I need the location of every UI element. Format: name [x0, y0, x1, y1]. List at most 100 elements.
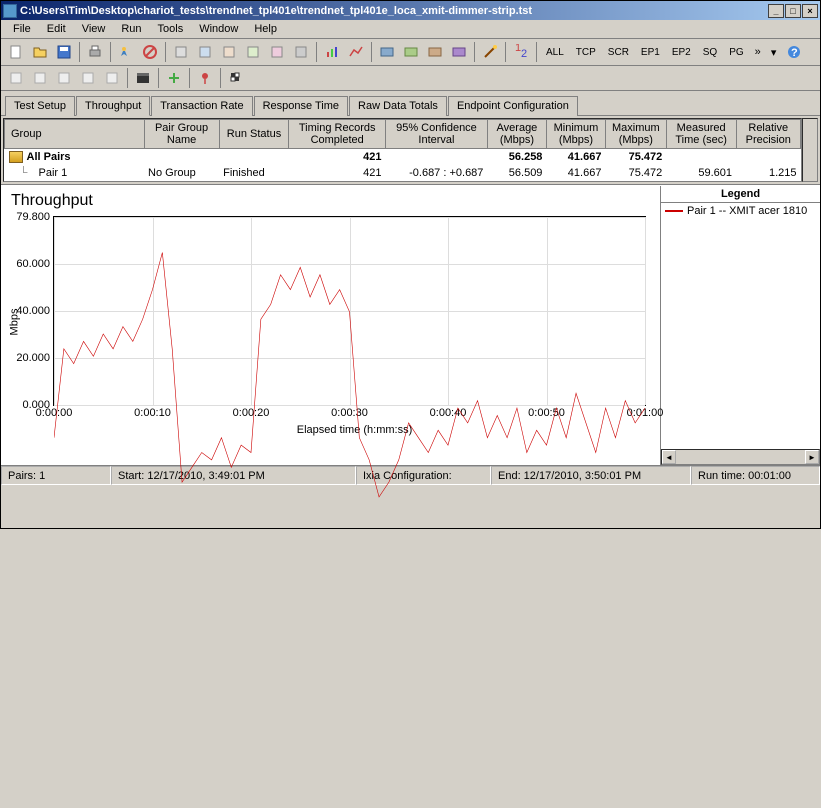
- tool-icon[interactable]: [290, 41, 312, 63]
- col-confidence[interactable]: 95% Confidence Interval: [385, 120, 487, 149]
- filter-sq-button[interactable]: SQ: [698, 41, 722, 63]
- svg-text:?: ?: [791, 47, 798, 59]
- scroll-right-icon[interactable]: ►: [805, 450, 819, 464]
- tree-connector-icon: └: [9, 167, 39, 179]
- menu-file[interactable]: File: [5, 21, 39, 37]
- chart-icon[interactable]: [345, 41, 367, 63]
- filter-ep1-button[interactable]: EP1: [636, 41, 665, 63]
- window-title: C:\Users\Tim\Desktop\chariot_tests\trend…: [20, 5, 768, 17]
- chart-icon[interactable]: [321, 41, 343, 63]
- tab-raw-data-totals[interactable]: Raw Data Totals: [349, 96, 447, 116]
- dropdown-icon[interactable]: ▾: [767, 41, 781, 63]
- toolbar-main: 12 ALL TCP SCR EP1 EP2 SQ PG » ▾ ?: [1, 39, 820, 66]
- legend-title: Legend: [661, 186, 820, 203]
- menu-view[interactable]: View: [74, 21, 114, 37]
- tool-icon[interactable]: [101, 67, 123, 89]
- col-group[interactable]: Group: [5, 120, 145, 149]
- filter-all-button[interactable]: ALL: [541, 41, 569, 63]
- open-icon[interactable]: [29, 41, 51, 63]
- throughput-chart: Throughput Mbps 0.00020.00040.00060.0007…: [1, 186, 660, 465]
- toolbar-secondary: [1, 66, 820, 91]
- legend-label: Pair 1 -- XMIT acer 1810: [687, 205, 807, 217]
- menubar: File Edit View Run Tools Window Help: [1, 20, 820, 39]
- print-icon[interactable]: [84, 41, 106, 63]
- menu-edit[interactable]: Edit: [39, 21, 74, 37]
- table-row[interactable]: └Pair 1 No Group Finished 421 -0.687 : +…: [5, 165, 801, 181]
- scroll-left-icon[interactable]: ◄: [662, 450, 676, 464]
- stop-icon[interactable]: [139, 41, 161, 63]
- legend-panel: Legend Pair 1 -- XMIT acer 1810 ◄ ►: [660, 186, 820, 465]
- menu-tools[interactable]: Tools: [150, 21, 192, 37]
- table-row[interactable]: All Pairs 421 56.258 41.667 75.472: [5, 149, 801, 166]
- status-runtime: Run time: 00:01:00: [691, 466, 820, 485]
- y-tick-label: 60.000: [16, 258, 50, 270]
- tool-icon[interactable]: [242, 41, 264, 63]
- filter-scr-button[interactable]: SCR: [603, 41, 634, 63]
- legend-color-swatch: [665, 210, 683, 212]
- tool-icon[interactable]: [53, 67, 75, 89]
- tool-icon[interactable]: [194, 41, 216, 63]
- maximize-button[interactable]: □: [785, 4, 801, 18]
- tab-throughput[interactable]: Throughput: [76, 96, 150, 116]
- tab-test-setup[interactable]: Test Setup: [5, 96, 75, 116]
- chart-series-line: [54, 217, 645, 808]
- export-icon[interactable]: [400, 41, 422, 63]
- grid-scrollbar[interactable]: [802, 118, 818, 182]
- filter-pg-button[interactable]: PG: [724, 41, 748, 63]
- chevron-icon[interactable]: »: [751, 41, 765, 63]
- tool-icon[interactable]: [29, 67, 51, 89]
- legend-item[interactable]: Pair 1 -- XMIT acer 1810: [661, 203, 820, 219]
- col-rel-precision[interactable]: Relative Precision: [736, 120, 800, 149]
- app-icon: [3, 4, 17, 18]
- export-icon[interactable]: [376, 41, 398, 63]
- legend-scrollbar[interactable]: ◄ ►: [661, 449, 820, 465]
- plus-icon[interactable]: [163, 67, 185, 89]
- run-icon[interactable]: [115, 41, 137, 63]
- chart-plot-area[interactable]: 0.00020.00040.00060.00079.8000:00:000:00…: [53, 216, 646, 406]
- col-min[interactable]: Minimum (Mbps): [546, 120, 605, 149]
- col-run-status[interactable]: Run Status: [219, 120, 289, 149]
- svg-text:2: 2: [521, 48, 527, 60]
- tab-response-time[interactable]: Response Time: [254, 96, 348, 116]
- flag-icon[interactable]: [225, 67, 247, 89]
- tool-icon[interactable]: [218, 41, 240, 63]
- results-grid-area: Group Pair Group Name Run Status Timing …: [1, 116, 820, 185]
- folder-icon: [9, 151, 23, 163]
- tabbar: Test Setup Throughput Transaction Rate R…: [1, 91, 820, 116]
- grid-header-row: Group Pair Group Name Run Status Timing …: [5, 120, 801, 149]
- menu-run[interactable]: Run: [113, 21, 149, 37]
- save-icon[interactable]: [53, 41, 75, 63]
- filter-ep2-button[interactable]: EP2: [667, 41, 696, 63]
- chart-area: Throughput Mbps 0.00020.00040.00060.0007…: [1, 185, 820, 465]
- wizard-icon[interactable]: [479, 41, 501, 63]
- menu-window[interactable]: Window: [191, 21, 246, 37]
- clapper-icon[interactable]: [132, 67, 154, 89]
- export-icon[interactable]: [424, 41, 446, 63]
- col-pair-group[interactable]: Pair Group Name: [144, 120, 219, 149]
- help-icon[interactable]: ?: [783, 41, 805, 63]
- chart-title: Throughput: [11, 192, 656, 210]
- tool-icon[interactable]: [77, 67, 99, 89]
- close-button[interactable]: ×: [802, 4, 818, 18]
- col-timing-records[interactable]: Timing Records Completed: [289, 120, 386, 149]
- tab-endpoint-config[interactable]: Endpoint Configuration: [448, 96, 578, 116]
- tool-icon[interactable]: [5, 67, 27, 89]
- y-tick-label: 40.000: [16, 305, 50, 317]
- col-max[interactable]: Maximum (Mbps): [605, 120, 666, 149]
- minimize-button[interactable]: _: [768, 4, 784, 18]
- tool-icon[interactable]: [170, 41, 192, 63]
- numbers-icon[interactable]: 12: [510, 41, 532, 63]
- col-measured-time[interactable]: Measured Time (sec): [666, 120, 736, 149]
- filter-tcp-button[interactable]: TCP: [571, 41, 601, 63]
- export-icon[interactable]: [448, 41, 470, 63]
- y-tick-label: 20.000: [16, 352, 50, 364]
- tool-icon[interactable]: [266, 41, 288, 63]
- col-avg[interactable]: Average (Mbps): [487, 120, 546, 149]
- results-grid[interactable]: Group Pair Group Name Run Status Timing …: [3, 118, 802, 182]
- new-icon[interactable]: [5, 41, 27, 63]
- menu-help[interactable]: Help: [246, 21, 285, 37]
- titlebar: C:\Users\Tim\Desktop\chariot_tests\trend…: [1, 1, 820, 20]
- tab-transaction-rate[interactable]: Transaction Rate: [151, 96, 252, 116]
- pin-icon[interactable]: [194, 67, 216, 89]
- y-tick-label: 79.800: [16, 211, 50, 223]
